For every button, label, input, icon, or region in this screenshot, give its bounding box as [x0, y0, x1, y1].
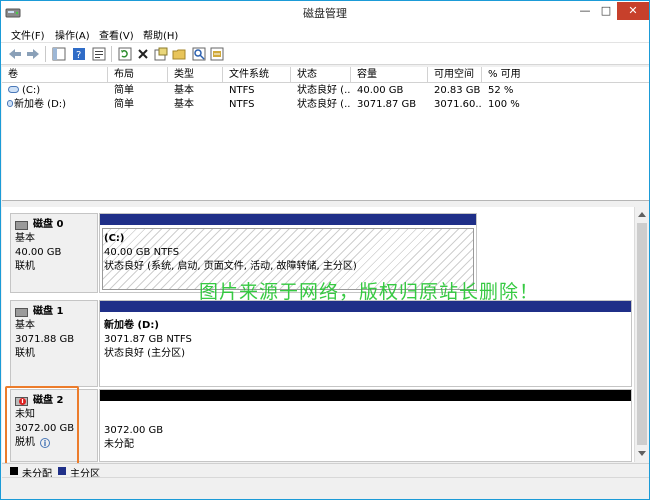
delete-icon[interactable] — [135, 46, 151, 62]
partition-d[interactable]: 新加卷 (D:) 3071.87 GB NTFS 状态良好 (主分区) — [99, 300, 632, 387]
status-cell: 状态良好 (... — [297, 85, 351, 96]
free-space-cell: 20.83 GB — [434, 85, 481, 96]
type-cell: 基本 — [174, 85, 194, 96]
back-arrow-icon[interactable] — [7, 46, 23, 62]
menu-action[interactable]: 操作(A) — [55, 27, 90, 42]
unallocated-space[interactable]: 3072.00 GB 未分配 — [99, 389, 632, 462]
column-header-capacity[interactable]: 容量 — [351, 67, 428, 83]
disk-1-label[interactable]: 磁盘 1 基本 3071.88 GB 联机 — [10, 300, 98, 387]
disk-map-area: 磁盘 0 基本 40.00 GB 联机 (C:) 40.00 GB NTFS 状… — [2, 207, 634, 462]
toolbar: ? — [1, 43, 649, 65]
partition-status: 状态良好 (主分区) — [104, 348, 185, 359]
open-folder-icon[interactable] — [171, 46, 187, 62]
window-title: 磁盘管理 — [303, 7, 347, 20]
disk-size: 40.00 GB — [15, 247, 62, 258]
svg-text:?: ? — [76, 50, 81, 61]
menu-file[interactable]: 文件(F) — [11, 27, 45, 42]
percent-free-cell: 52 % — [488, 85, 514, 96]
disk-size: 3071.88 GB — [15, 334, 75, 345]
menu-view[interactable]: 查看(V) — [99, 27, 134, 42]
legend-unallocated-swatch — [10, 467, 18, 475]
status-cell: 状态良好 (... — [297, 99, 351, 110]
status-bar — [2, 477, 649, 499]
console-tree-icon[interactable] — [51, 46, 67, 62]
column-header-filesystem[interactable]: 文件系统 — [223, 67, 291, 83]
column-header-type[interactable]: 类型 — [168, 67, 223, 83]
legend-primary-swatch — [58, 467, 66, 475]
percent-free-cell: 100 % — [488, 99, 520, 110]
forward-arrow-icon[interactable] — [25, 46, 41, 62]
disk-type: 基本 — [15, 233, 35, 244]
scroll-up-arrow-icon[interactable] — [638, 212, 646, 217]
partition-size: 40.00 GB NTFS — [104, 247, 180, 258]
menu-help[interactable]: 帮助(H) — [143, 27, 178, 42]
volume-name: 新加卷 (D:) — [14, 99, 67, 110]
disk-icon — [15, 220, 28, 230]
help-icon[interactable]: ? — [71, 46, 87, 62]
partition-size: 3072.00 GB — [104, 425, 164, 436]
capacity-cell: 40.00 GB — [357, 85, 404, 96]
column-header-status[interactable]: 状态 — [291, 67, 351, 83]
disk-0-label[interactable]: 磁盘 0 基本 40.00 GB 联机 — [10, 213, 98, 293]
vertical-scrollbar[interactable] — [634, 207, 649, 462]
properties-icon[interactable] — [91, 46, 107, 62]
maximize-button[interactable]: □ — [596, 2, 616, 20]
minimize-button[interactable]: — — [575, 2, 595, 20]
menu-bar: 文件(F) 操作(A) 查看(V) 帮助(H) — [1, 23, 649, 43]
layout-cell: 简单 — [114, 99, 134, 110]
toolbar-separator — [111, 46, 112, 62]
volume-name-cell: 新加卷 (D:) — [2, 98, 108, 112]
disk-state: 联机 — [15, 348, 35, 359]
free-space-cell: 3071.60... — [434, 99, 482, 110]
layout-cell: 简单 — [114, 85, 134, 96]
filesystem-cell: NTFS — [229, 99, 255, 110]
partition-color-bar — [100, 214, 476, 225]
rescan-icon[interactable] — [209, 46, 225, 62]
partition-title: 新加卷 (D:) — [104, 320, 159, 331]
column-header-percent-free[interactable]: % 可用 — [482, 67, 649, 83]
disk-state: 联机 — [15, 261, 35, 272]
partition-status: 状态良好 (系统, 启动, 页面文件, 活动, 故障转储, 主分区) — [104, 261, 357, 272]
search-icon[interactable] — [191, 46, 207, 62]
volume-icon — [7, 99, 13, 107]
disk-0-name-row: 磁盘 0 — [15, 218, 97, 232]
refresh-icon[interactable] — [117, 46, 133, 62]
partition-size: 3071.87 GB NTFS — [104, 334, 192, 345]
toolbar-separator — [45, 46, 46, 62]
column-header-free-space[interactable]: 可用空间 — [428, 67, 482, 83]
column-header-layout[interactable]: 布局 — [108, 67, 168, 83]
watermark-text: 图片来源于网络，版权归原站长删除！ — [199, 281, 540, 303]
disk-name: 磁盘 1 — [33, 306, 64, 317]
filesystem-cell: NTFS — [229, 85, 255, 96]
disk-icon — [15, 307, 28, 317]
partition-status: 未分配 — [104, 439, 134, 450]
type-cell: 基本 — [174, 99, 194, 110]
volume-name-cell: (C:) — [2, 84, 108, 98]
format-icon[interactable] — [153, 46, 169, 62]
volume-icon — [8, 85, 19, 93]
disk-management-window: 磁盘管理 — □ ✕ 文件(F) 操作(A) 查看(V) 帮助(H) ? 卷 布… — [0, 0, 650, 500]
partition-color-bar — [100, 390, 631, 401]
disk-name: 磁盘 0 — [33, 219, 64, 230]
disk-type: 基本 — [15, 320, 35, 331]
highlight-box — [5, 386, 79, 465]
volume-list: 卷 布局 类型 文件系统 状态 容量 可用空间 % 可用 (C:) 简单 基本 … — [2, 67, 649, 201]
scroll-down-arrow-icon[interactable] — [638, 451, 646, 456]
scrollbar-thumb[interactable] — [637, 223, 647, 445]
legend: 未分配 主分区 — [2, 463, 649, 480]
volume-name: (C:) — [22, 85, 41, 96]
close-button[interactable]: ✕ — [617, 2, 649, 20]
capacity-cell: 3071.87 GB — [357, 99, 417, 110]
partition-title: (C:) — [104, 233, 125, 244]
disk-1-name-row: 磁盘 1 — [15, 305, 97, 319]
title-bar: 磁盘管理 — □ ✕ — [1, 1, 649, 23]
column-header-volume[interactable]: 卷 — [2, 67, 108, 83]
